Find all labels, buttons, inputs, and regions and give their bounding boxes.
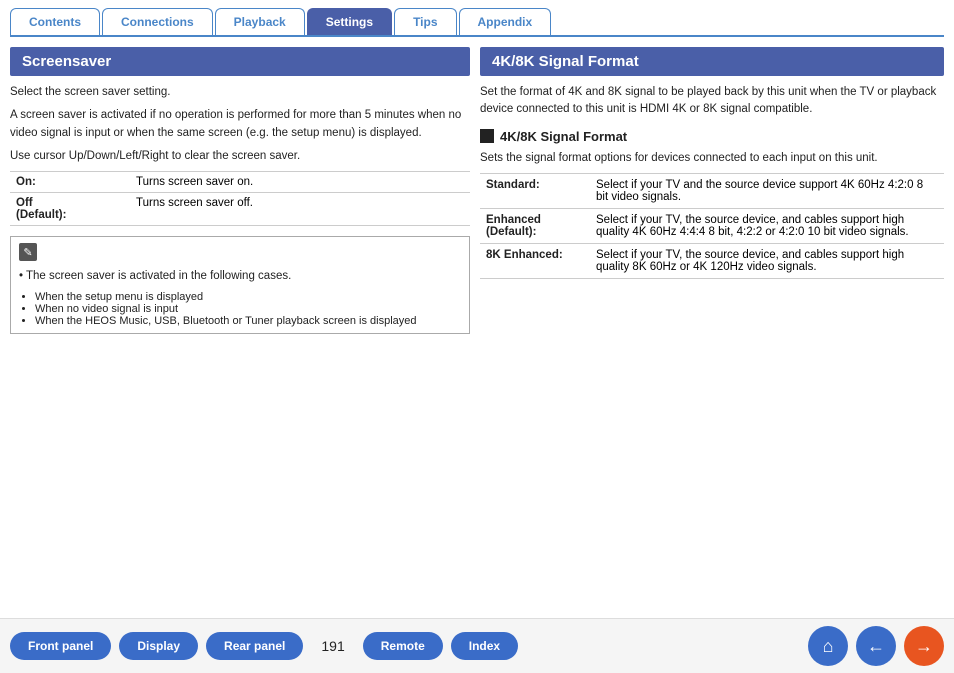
signal-format-header: 4K/8K Signal Format <box>480 47 944 76</box>
tab-connections[interactable]: Connections <box>102 8 213 35</box>
list-item: When no video signal is input <box>35 303 461 315</box>
top-navigation: Contents Connections Playback Settings T… <box>0 0 954 35</box>
screensaver-table: On: Turns screen saver on. Off(Default):… <box>10 171 470 226</box>
table-cell-label: Off(Default): <box>10 193 130 226</box>
sub-section-header: 4K/8K Signal Format <box>480 129 944 144</box>
table-cell-label: Enhanced(Default): <box>480 208 590 243</box>
tab-tips[interactable]: Tips <box>394 8 456 35</box>
tab-settings[interactable]: Settings <box>307 8 392 35</box>
home-icon: ⌂ <box>823 636 834 657</box>
note-icon: ✎ <box>19 243 461 264</box>
sub-section-intro: Sets the signal format options for devic… <box>480 150 944 167</box>
svg-text:✎: ✎ <box>23 247 32 259</box>
tab-playback[interactable]: Playback <box>215 8 305 35</box>
note-box: ✎ • The screen saver is activated in the… <box>10 236 470 334</box>
signal-format-table: Standard: Select if your TV and the sour… <box>480 173 944 279</box>
table-cell-label: Standard: <box>480 173 590 208</box>
tab-appendix[interactable]: Appendix <box>459 8 552 35</box>
display-button[interactable]: Display <box>119 632 198 660</box>
table-row: 8K Enhanced: Select if your TV, the sour… <box>480 243 944 278</box>
forward-arrow-icon: → <box>915 636 933 657</box>
table-cell-label: On: <box>10 172 130 193</box>
table-cell-desc: Select if your TV, the source device, an… <box>590 243 944 278</box>
remote-button[interactable]: Remote <box>363 632 443 660</box>
bottom-navigation: Front panel Display Rear panel 191 Remot… <box>0 618 954 673</box>
table-cell-desc: Select if your TV, the source device, an… <box>590 208 944 243</box>
table-row: Off(Default): Turns screen saver off. <box>10 193 470 226</box>
screensaver-description: A screen saver is activated if no operat… <box>10 107 470 142</box>
rear-panel-button[interactable]: Rear panel <box>206 632 303 660</box>
note-list: When the setup menu is displayed When no… <box>19 291 461 327</box>
main-content: Screensaver Select the screen saver sett… <box>0 37 954 597</box>
table-row: Enhanced(Default): Select if your TV, th… <box>480 208 944 243</box>
front-panel-button[interactable]: Front panel <box>10 632 111 660</box>
table-cell-desc: Turns screen saver on. <box>130 172 470 193</box>
left-panel: Screensaver Select the screen saver sett… <box>10 47 470 597</box>
table-cell-label: 8K Enhanced: <box>480 243 590 278</box>
forward-button[interactable]: → <box>904 626 944 666</box>
right-panel: 4K/8K Signal Format Set the format of 4K… <box>480 47 944 597</box>
screensaver-cursor-text: Use cursor Up/Down/Left/Right to clear t… <box>10 148 470 165</box>
table-row: On: Turns screen saver on. <box>10 172 470 193</box>
note-main-text: • The screen saver is activated in the f… <box>19 268 461 285</box>
sub-section-square-icon <box>480 129 494 143</box>
back-button[interactable]: ← <box>856 626 896 666</box>
table-cell-desc: Turns screen saver off. <box>130 193 470 226</box>
back-arrow-icon: ← <box>867 636 885 657</box>
list-item: When the setup menu is displayed <box>35 291 461 303</box>
tab-contents[interactable]: Contents <box>10 8 100 35</box>
sub-section-title: 4K/8K Signal Format <box>500 129 627 144</box>
page-number: 191 <box>321 638 344 654</box>
screensaver-intro: Select the screen saver setting. <box>10 84 470 101</box>
list-item: When the HEOS Music, USB, Bluetooth or T… <box>35 315 461 327</box>
screensaver-header: Screensaver <box>10 47 470 76</box>
table-row: Standard: Select if your TV and the sour… <box>480 173 944 208</box>
home-button[interactable]: ⌂ <box>808 626 848 666</box>
signal-format-intro: Set the format of 4K and 8K signal to be… <box>480 84 944 119</box>
table-cell-desc: Select if your TV and the source device … <box>590 173 944 208</box>
index-button[interactable]: Index <box>451 632 518 660</box>
